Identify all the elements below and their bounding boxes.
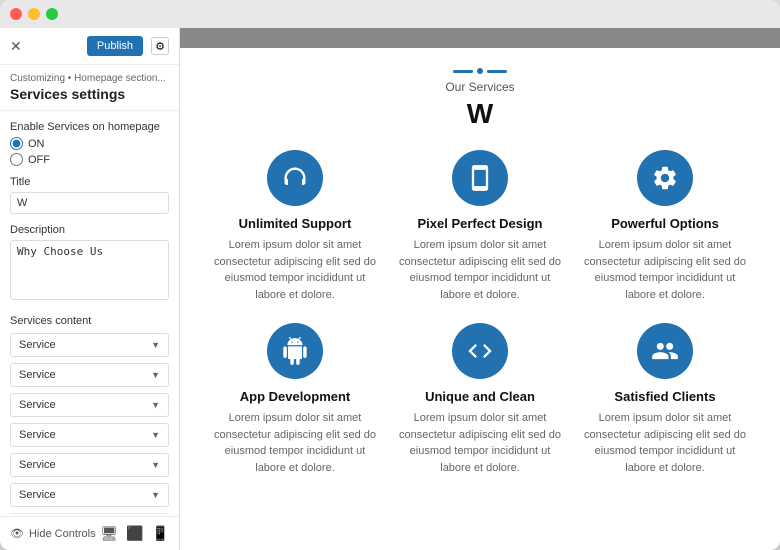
service-dropdown-label-4: Service <box>19 429 56 441</box>
chevron-down-icon-4: ▼ <box>151 430 160 440</box>
service-icon-circle-5 <box>452 323 508 379</box>
service-card-title-6: Satisfied Clients <box>580 389 750 404</box>
footer-icons: 🖥 ⬛ 📱 <box>100 525 169 542</box>
service-card-title-2: Pixel Perfect Design <box>395 216 565 231</box>
service-card-3: Powerful Options Lorem ipsum dolor sit a… <box>580 150 750 303</box>
publish-button[interactable]: Publish <box>87 36 143 56</box>
chevron-down-icon-5: ▼ <box>151 460 160 470</box>
preview-content: Our Services W Unlimited Support Lorem i… <box>180 48 780 550</box>
service-card-5: Unique and Clean Lorem ipsum dolor sit a… <box>395 323 565 476</box>
service-icon-circle-1 <box>267 150 323 206</box>
service-card-1: Unlimited Support Lorem ipsum dolor sit … <box>210 150 380 303</box>
close-button[interactable]: ✕ <box>10 38 22 55</box>
code-icon <box>466 337 494 365</box>
cog-icon <box>651 164 679 192</box>
our-services-label: Our Services <box>210 80 750 94</box>
enable-services-group: Enable Services on homepage ON OFF <box>10 121 169 166</box>
tablet-icon[interactable]: ⬛ <box>126 525 143 542</box>
service-card-4: App Development Lorem ipsum dolor sit am… <box>210 323 380 476</box>
services-content-group: Services content Service ▼ Service ▼ Ser… <box>10 315 169 516</box>
hide-controls-button[interactable]: 👁 Hide Controls <box>10 527 96 540</box>
divider-line-2 <box>487 70 507 73</box>
titlebar <box>0 0 780 28</box>
app-window: ✕ Publish ⚙ Customizing • Homepage secti… <box>0 0 780 550</box>
main-content: ✕ Publish ⚙ Customizing • Homepage secti… <box>0 28 780 550</box>
chevron-down-icon-1: ▼ <box>151 340 160 350</box>
mobile-icon[interactable]: 📱 <box>152 525 169 542</box>
divider-line-1 <box>453 70 473 73</box>
service-card-desc-3: Lorem ipsum dolor sit amet consectetur a… <box>580 237 750 303</box>
service-dropdown-4[interactable]: Service ▼ <box>10 423 169 447</box>
on-radio[interactable] <box>10 137 23 150</box>
service-dropdown-6[interactable]: Service ▼ <box>10 483 169 507</box>
sidebar-body: Enable Services on homepage ON OFF Titl <box>0 111 179 516</box>
service-card-desc-1: Lorem ipsum dolor sit amet consectetur a… <box>210 237 380 303</box>
off-label: OFF <box>28 154 50 166</box>
android-icon <box>281 337 309 365</box>
service-card-desc-4: Lorem ipsum dolor sit amet consectetur a… <box>210 410 380 476</box>
description-group: Description Why Choose Us <box>10 224 169 305</box>
services-divider <box>210 68 750 74</box>
mobile-icon <box>466 164 494 192</box>
desktop-icon[interactable]: 🖥 <box>100 525 118 542</box>
service-card-title-5: Unique and Clean <box>395 389 565 404</box>
hide-controls-label: Hide Controls <box>29 528 96 540</box>
services-content-label: Services content <box>10 315 169 327</box>
service-dropdown-1[interactable]: Service ▼ <box>10 333 169 357</box>
service-card-desc-6: Lorem ipsum dolor sit amet consectetur a… <box>580 410 750 476</box>
service-card-desc-2: Lorem ipsum dolor sit amet consectetur a… <box>395 237 565 303</box>
chevron-down-icon-6: ▼ <box>151 490 160 500</box>
maximize-dot[interactable] <box>46 8 58 20</box>
service-dropdown-label-2: Service <box>19 369 56 381</box>
service-card-title-1: Unlimited Support <box>210 216 380 231</box>
off-radio[interactable] <box>10 153 23 166</box>
our-services-section: Our Services W <box>210 68 750 130</box>
service-dropdown-5[interactable]: Service ▼ <box>10 453 169 477</box>
settings-gear-button[interactable]: ⚙ <box>151 37 169 55</box>
service-icon-circle-4 <box>267 323 323 379</box>
service-dropdown-label-6: Service <box>19 489 56 501</box>
enable-services-label: Enable Services on homepage <box>10 121 169 133</box>
services-grid: Unlimited Support Lorem ipsum dolor sit … <box>210 150 750 476</box>
sidebar-header: ✕ Publish ⚙ <box>0 28 179 65</box>
sidebar: ✕ Publish ⚙ Customizing • Homepage secti… <box>0 28 180 550</box>
sidebar-footer: 👁 Hide Controls 🖥 ⬛ 📱 <box>0 516 179 550</box>
service-dropdown-label-5: Service <box>19 459 56 471</box>
divider-dot <box>477 68 483 74</box>
on-radio-label[interactable]: ON <box>10 137 169 150</box>
section-title: Services settings <box>10 86 169 102</box>
chevron-down-icon-2: ▼ <box>151 370 160 380</box>
service-dropdown-label-3: Service <box>19 399 56 411</box>
service-card-desc-5: Lorem ipsum dolor sit amet consectetur a… <box>395 410 565 476</box>
service-card-title-3: Powerful Options <box>580 216 750 231</box>
service-card-2: Pixel Perfect Design Lorem ipsum dolor s… <box>395 150 565 303</box>
preview-title: W <box>210 98 750 130</box>
breadcrumb: Customizing • Homepage section... <box>10 73 169 84</box>
headphones-icon <box>281 164 309 192</box>
close-dot[interactable] <box>10 8 22 20</box>
preview-area: Our Services W Unlimited Support Lorem i… <box>180 28 780 550</box>
service-dropdown-2[interactable]: Service ▼ <box>10 363 169 387</box>
on-label: ON <box>28 138 45 150</box>
service-card-6: Satisfied Clients Lorem ipsum dolor sit … <box>580 323 750 476</box>
service-icon-circle-3 <box>637 150 693 206</box>
preview-top-bar <box>180 28 780 48</box>
users-icon <box>651 337 679 365</box>
title-input[interactable] <box>10 192 169 214</box>
service-dropdown-3[interactable]: Service ▼ <box>10 393 169 417</box>
title-group: Title <box>10 176 169 214</box>
service-icon-circle-2 <box>452 150 508 206</box>
title-label: Title <box>10 176 169 188</box>
service-icon-circle-6 <box>637 323 693 379</box>
chevron-down-icon-3: ▼ <box>151 400 160 410</box>
service-dropdown-label-1: Service <box>19 339 56 351</box>
sidebar-nav: Customizing • Homepage section... Servic… <box>0 65 179 111</box>
description-label: Description <box>10 224 169 236</box>
eye-icon: 👁 <box>10 527 24 540</box>
enable-services-radio-group: ON OFF <box>10 137 169 166</box>
service-card-title-4: App Development <box>210 389 380 404</box>
description-textarea[interactable]: Why Choose Us <box>10 240 169 300</box>
minimize-dot[interactable] <box>28 8 40 20</box>
off-radio-label[interactable]: OFF <box>10 153 169 166</box>
